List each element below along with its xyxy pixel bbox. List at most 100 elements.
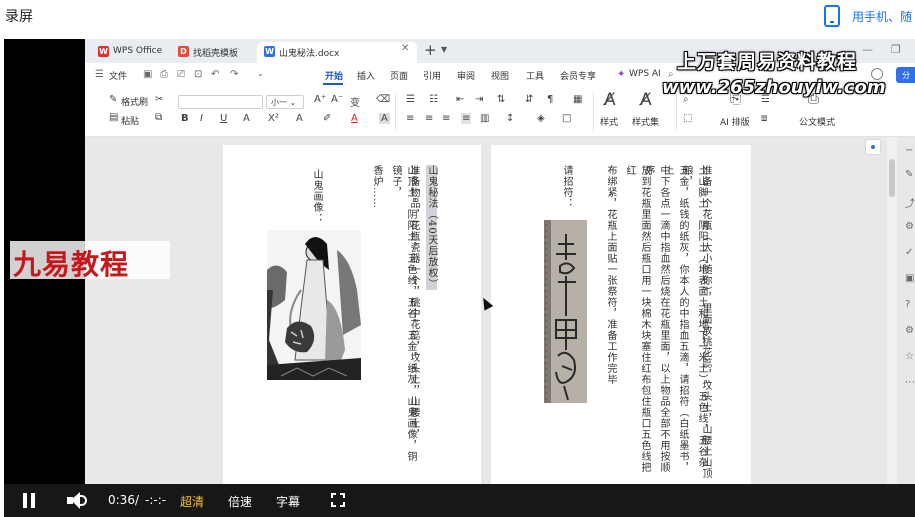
border-icon[interactable]: □ — [562, 113, 571, 124]
sort-icon[interactable]: ⇵ — [525, 94, 533, 105]
format-brush-button[interactable]: 格式刷 — [121, 95, 148, 108]
align-justify-icon[interactable]: ≡ — [461, 113, 472, 124]
mobile-link[interactable]: 用手机、随 — [852, 8, 912, 25]
official-mode-button[interactable]: 公文模式 — [799, 115, 835, 128]
sidebar-more-icon[interactable]: ⋯ — [905, 377, 915, 388]
phone-icon[interactable] — [824, 5, 840, 27]
speed-button[interactable]: 倍速 — [228, 493, 252, 510]
close-tab-icon[interactable]: ✕ — [401, 43, 409, 54]
subtitle-button[interactable]: 字幕 — [276, 493, 300, 510]
menu-references[interactable]: 引用 — [423, 69, 441, 82]
export-icon[interactable]: ⎙ — [160, 69, 168, 80]
text-effect-icon[interactable]: A — [296, 113, 303, 124]
restore-icon[interactable]: ❐ — [891, 43, 901, 56]
align-right-icon[interactable]: ≡ — [442, 113, 450, 124]
sidebar-star-icon[interactable]: ☆ — [905, 351, 914, 362]
hamburger-icon[interactable]: ☰ — [95, 69, 104, 80]
strikethrough-icon[interactable]: A — [243, 113, 250, 124]
superscript-icon[interactable]: X² — [268, 113, 279, 124]
select-icon[interactable]: ⬚ — [683, 113, 692, 124]
italic-icon[interactable]: I — [200, 113, 203, 124]
document-page-left: 山鬼秘法（40天后放权） 准备物品，花瓶瓷器一个，桃中花蕊，坟头土，山腰土， 山… — [223, 145, 481, 484]
quality-button[interactable]: 超清 — [180, 493, 204, 510]
wps-ai-icon: ✦ — [617, 69, 626, 80]
menu-insert[interactable]: 插入 — [357, 69, 375, 82]
align-left-icon[interactable]: ≡ — [406, 113, 414, 124]
columns-icon[interactable]: ⧈ — [761, 113, 767, 124]
increase-indent-icon[interactable]: ⇥ — [475, 94, 483, 105]
show-marks-icon[interactable]: ¶ — [547, 94, 553, 105]
pause-icon[interactable] — [23, 493, 35, 508]
sidebar-help-icon[interactable]: ? — [905, 299, 910, 310]
cut-icon[interactable]: ✂ — [155, 94, 163, 105]
underline-icon[interactable]: U — [220, 113, 227, 124]
sidebar-share-icon[interactable]: ⤴ — [905, 195, 915, 210]
bold-icon[interactable]: B — [181, 113, 189, 124]
distribute-icon[interactable]: ▥ — [480, 113, 489, 124]
chevron-down-icon[interactable]: ▼ — [441, 45, 447, 54]
sidebar-settings-icon[interactable]: ⚙ — [905, 325, 914, 336]
tab-wps-office[interactable]: W WPS Office — [91, 42, 167, 63]
scrollbar-thumb[interactable] — [889, 159, 895, 197]
menu-member[interactable]: 会员专享 — [560, 69, 596, 82]
style-set-icon: A̸ — [640, 90, 652, 110]
toolbar-divider — [395, 93, 396, 131]
more-chevron-icon[interactable]: ⌄ — [257, 69, 264, 78]
menu-home[interactable]: 开始 — [325, 69, 343, 82]
minimize-icon[interactable]: — — [862, 43, 873, 56]
tab-document[interactable]: W 山鬼秘法.docx — [257, 42, 417, 63]
line-spacing-icon[interactable]: ↕ — [506, 113, 514, 124]
font-color-icon[interactable]: A — [351, 113, 358, 124]
player-control-bar: 0:36 / -:-:- 超清 倍速 字幕 — [4, 484, 915, 517]
menu-review[interactable]: 审阅 — [457, 69, 475, 82]
shrink-font-icon[interactable]: A⁻ — [331, 94, 343, 105]
ai-layout-button[interactable]: AI 排版 — [720, 115, 750, 128]
redo-icon[interactable]: ↷ — [230, 69, 238, 80]
tab-label: WPS Office — [113, 46, 163, 56]
menu-layout[interactable]: 页面 — [390, 69, 408, 82]
phonetic-icon[interactable]: 变 — [350, 94, 360, 109]
undo-icon[interactable]: ↶ — [211, 69, 219, 80]
grow-font-icon[interactable]: A⁺ — [314, 94, 326, 105]
menu-wps-ai[interactable]: WPS AI — [629, 69, 661, 79]
numbered-list-icon[interactable]: ☷ — [429, 94, 438, 105]
highlight-icon[interactable]: ✐ — [323, 113, 331, 124]
app-title: 录屏 — [5, 9, 33, 25]
new-tab-icon[interactable]: + — [424, 41, 437, 59]
font-name-select[interactable] — [178, 95, 263, 109]
style-button[interactable]: 样式 — [600, 115, 618, 128]
sidebar-image-icon[interactable]: ▣ — [905, 273, 914, 284]
sidebar-pen-icon[interactable]: ✎ — [905, 169, 913, 180]
share-button[interactable]: 分 — [896, 67, 915, 83]
menu-view[interactable]: 视图 — [491, 69, 509, 82]
preview-icon[interactable]: ⊡ — [194, 69, 202, 80]
tab-templates[interactable]: D 找稻壳模板 — [171, 42, 245, 63]
watermark-site-title: 上万套周易资料教程 — [677, 51, 858, 73]
decrease-indent-icon[interactable]: ⇤ — [456, 94, 464, 105]
clear-format-icon[interactable]: ⌫ — [376, 94, 390, 105]
paste-button[interactable]: 粘贴 — [121, 114, 139, 127]
table-tools-icon[interactable]: ▦ — [573, 94, 582, 105]
toolbar-divider — [593, 93, 594, 131]
fullscreen-icon[interactable] — [331, 493, 345, 507]
video-player[interactable]: W WPS Office D 找稻壳模板 W 山鬼秘法.docx ✕ + ▼ —… — [4, 39, 915, 517]
print-icon[interactable]: ⎚ — [177, 69, 185, 80]
doc-title: 山鬼秘法（40天后放权） — [426, 165, 437, 290]
copy-icon[interactable]: ⧉ — [155, 112, 162, 123]
shading-icon[interactable]: ◈ — [537, 113, 545, 124]
document-canvas: 山鬼秘法（40天后放权） 准备物品，花瓶瓷器一个，桃中花蕊，坟头土，山腰土， 山… — [85, 137, 915, 484]
pin-panel-icon[interactable] — [865, 139, 881, 155]
bullet-list-icon[interactable]: ☰ — [406, 94, 415, 105]
font-size-select[interactable]: 小一 ⌄ — [266, 95, 304, 109]
sidebar-tools-icon[interactable]: ⚙ — [905, 221, 914, 232]
sidebar-minus-icon[interactable]: − — [905, 145, 913, 156]
volume-icon[interactable] — [67, 492, 89, 509]
menu-file[interactable]: 文件 — [109, 69, 127, 82]
text-direction-icon[interactable]: ⇅ — [497, 94, 505, 105]
sidebar-mark-icon[interactable]: ✓ — [905, 247, 913, 258]
style-set-button[interactable]: 样式集 — [632, 115, 659, 128]
menu-tools[interactable]: 工具 — [526, 69, 544, 82]
align-center-icon[interactable]: ≡ — [425, 113, 433, 124]
save-icon[interactable]: ▣ — [143, 69, 152, 80]
char-shading-icon[interactable]: A — [379, 113, 390, 124]
